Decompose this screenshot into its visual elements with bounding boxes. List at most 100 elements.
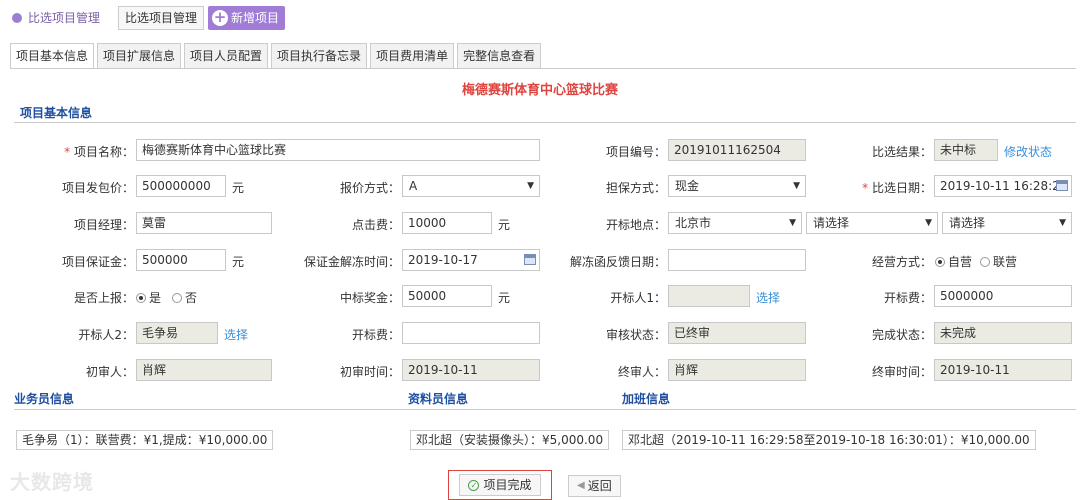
choose-bidder1-link[interactable]: 选择 xyxy=(756,289,780,306)
chevron-down-icon: ▼ xyxy=(527,181,534,191)
first-review-time-field: 2019-10-11 xyxy=(402,359,540,381)
manager-label: 项目经理： xyxy=(73,218,134,232)
select-date-input[interactable]: 2019-10-11 16:28:25 xyxy=(934,175,1072,197)
tab-basic-info[interactable]: 项目基本信息 xyxy=(10,43,95,69)
tab-cost-list[interactable]: 项目费用清单 xyxy=(370,43,455,69)
calendar-icon[interactable] xyxy=(1056,180,1068,191)
breadcrumb-dot-icon xyxy=(12,12,22,23)
tab-extended-info[interactable]: 项目扩展信息 xyxy=(97,43,182,69)
bid-bonus-input[interactable]: 50000 xyxy=(402,285,492,307)
radio-unchecked-icon xyxy=(980,256,990,267)
unit-yuan: 元 xyxy=(498,291,511,305)
bid-fee2-label: 开标费： xyxy=(351,328,400,342)
section-divider xyxy=(14,409,1076,410)
final-reviewer-field: 肖辉 xyxy=(668,359,806,381)
contract-price-label: 项目发包价： xyxy=(61,181,134,195)
unit-yuan: 元 xyxy=(498,218,511,232)
section-overtime-info: 加班信息 xyxy=(622,392,671,406)
first-reviewer-label: 初审人： xyxy=(85,365,134,379)
choose-bidder2-link[interactable]: 选择 xyxy=(224,326,248,343)
project-no-field: 20191011162504 xyxy=(668,139,806,161)
unfreeze-feedback-label: 解冻函反馈日期： xyxy=(569,255,666,269)
project-no-label: 项目编号： xyxy=(605,145,666,159)
chevron-down-icon: ▼ xyxy=(789,218,796,228)
chevron-down-icon: ▼ xyxy=(793,181,800,191)
bidder1-field xyxy=(668,285,750,307)
sales-info-chip: 毛争易（1）：联营费：¥1,提成：¥10,000.00 xyxy=(16,430,274,450)
operation-joint-radio[interactable]: 联营 xyxy=(980,253,1017,270)
deposit-input[interactable]: 500000 xyxy=(136,249,226,271)
calendar-icon[interactable] xyxy=(524,254,536,265)
tab-bar: 项目基本信息 项目扩展信息 项目人员配置 项目执行备忘录 项目费用清单 完整信息… xyxy=(10,43,544,69)
watermark-logo: 大数跨境 xyxy=(10,470,94,494)
project-name-label: * 项目名称： xyxy=(64,145,134,159)
guarantee-label: 担保方式： xyxy=(605,181,666,195)
result-label: 比选结果： xyxy=(871,145,932,159)
final-review-time-field: 2019-10-11 xyxy=(934,359,1072,381)
add-project-button[interactable]: + 新增项目 xyxy=(208,6,286,30)
complete-project-button[interactable]: ✓ 项目完成 xyxy=(459,474,541,496)
manager-input[interactable]: 莫雷 xyxy=(136,212,272,234)
report-no-radio[interactable]: 否 xyxy=(172,289,197,306)
complete-status-label: 完成状态： xyxy=(871,328,932,342)
bid-fee2-input[interactable] xyxy=(402,322,540,344)
radio-unchecked-icon xyxy=(172,292,182,303)
quote-select[interactable]: A ▼ xyxy=(402,175,540,197)
chevron-down-icon: ▼ xyxy=(1059,218,1066,228)
guarantee-select[interactable]: 现金 ▼ xyxy=(668,175,806,197)
tab-full-info[interactable]: 完整信息查看 xyxy=(457,43,542,69)
manage-projects-button[interactable]: 比选项目管理 xyxy=(118,6,205,30)
complete-project-button-frame: ✓ 项目完成 xyxy=(448,470,552,500)
top-bar: 比选项目管理 比选项目管理 + 新增项目 xyxy=(0,0,1080,38)
section-material-info: 资料员信息 xyxy=(408,392,469,406)
deposit-label: 项目保证金： xyxy=(61,255,134,269)
final-reviewer-label: 终审人： xyxy=(617,365,666,379)
operation-label: 经营方式： xyxy=(871,255,932,269)
add-project-label: 新增项目 xyxy=(231,11,280,25)
first-review-time-label: 初审时间： xyxy=(339,365,400,379)
operation-self-radio[interactable]: 自营 xyxy=(935,253,972,270)
page-title: 梅德赛斯体育中心篮球比赛 xyxy=(461,83,618,98)
chevron-down-icon: ▼ xyxy=(925,218,932,228)
unfreeze-feedback-input[interactable] xyxy=(668,249,806,271)
project-name-input[interactable]: 梅德赛斯体育中心篮球比赛 xyxy=(136,139,540,161)
complete-status-field: 未完成 xyxy=(934,322,1072,344)
tab-execution-memo[interactable]: 项目执行备忘录 xyxy=(271,43,368,69)
bid-bonus-label: 中标奖金： xyxy=(339,291,400,305)
click-fee-label: 点击费： xyxy=(351,218,400,232)
bid-place-label: 开标地点： xyxy=(605,218,666,232)
breadcrumb-label: 比选项目管理 xyxy=(28,11,101,25)
breadcrumb: 比选项目管理 xyxy=(12,9,100,26)
plus-icon: + xyxy=(212,8,228,26)
contract-price-input[interactable]: 500000000 xyxy=(136,175,226,197)
report-label: 是否上报： xyxy=(73,291,134,305)
unit-yuan: 元 xyxy=(232,181,245,195)
deposit-unfreeze-label: 保证金解冻时间： xyxy=(303,255,400,269)
quote-label: 报价方式： xyxy=(339,181,400,195)
material-info-chip: 邓北超（安装摄像头）：¥5,000.00 xyxy=(410,430,610,450)
back-arrow-icon: ◀ xyxy=(577,480,585,491)
click-fee-input[interactable]: 10000 xyxy=(402,212,492,234)
bid-fee-label: 开标费： xyxy=(883,291,932,305)
modify-status-link[interactable]: 修改状态 xyxy=(1004,143,1052,160)
check-circle-icon: ✓ xyxy=(468,479,480,491)
tab-staff-config[interactable]: 项目人员配置 xyxy=(184,43,269,69)
final-review-time-label: 终审时间： xyxy=(871,365,932,379)
bid-place-district-select[interactable]: 请选择 ▼ xyxy=(806,212,938,234)
bidder2-field: 毛争易 xyxy=(136,322,218,344)
unit-yuan: 元 xyxy=(232,255,245,269)
back-button[interactable]: ◀ 返回 xyxy=(568,475,621,497)
section-sales-info: 业务员信息 xyxy=(14,392,75,406)
audit-status-label: 审核状态： xyxy=(605,328,666,342)
select-date-label: * 比选日期： xyxy=(862,181,932,195)
bid-place-street-select[interactable]: 请选择 ▼ xyxy=(942,212,1072,234)
radio-checked-icon xyxy=(935,256,945,267)
bid-place-city-select[interactable]: 北京市 ▼ xyxy=(668,212,802,234)
bidder1-label: 开标人1： xyxy=(610,291,666,305)
bid-fee-input[interactable]: 5000000 xyxy=(934,285,1072,307)
radio-checked-icon xyxy=(136,292,146,303)
deposit-unfreeze-input[interactable]: 2019-10-17 xyxy=(402,249,540,271)
audit-status-field: 已终审 xyxy=(668,322,806,344)
section-divider xyxy=(14,122,1076,123)
report-yes-radio[interactable]: 是 xyxy=(136,289,161,306)
